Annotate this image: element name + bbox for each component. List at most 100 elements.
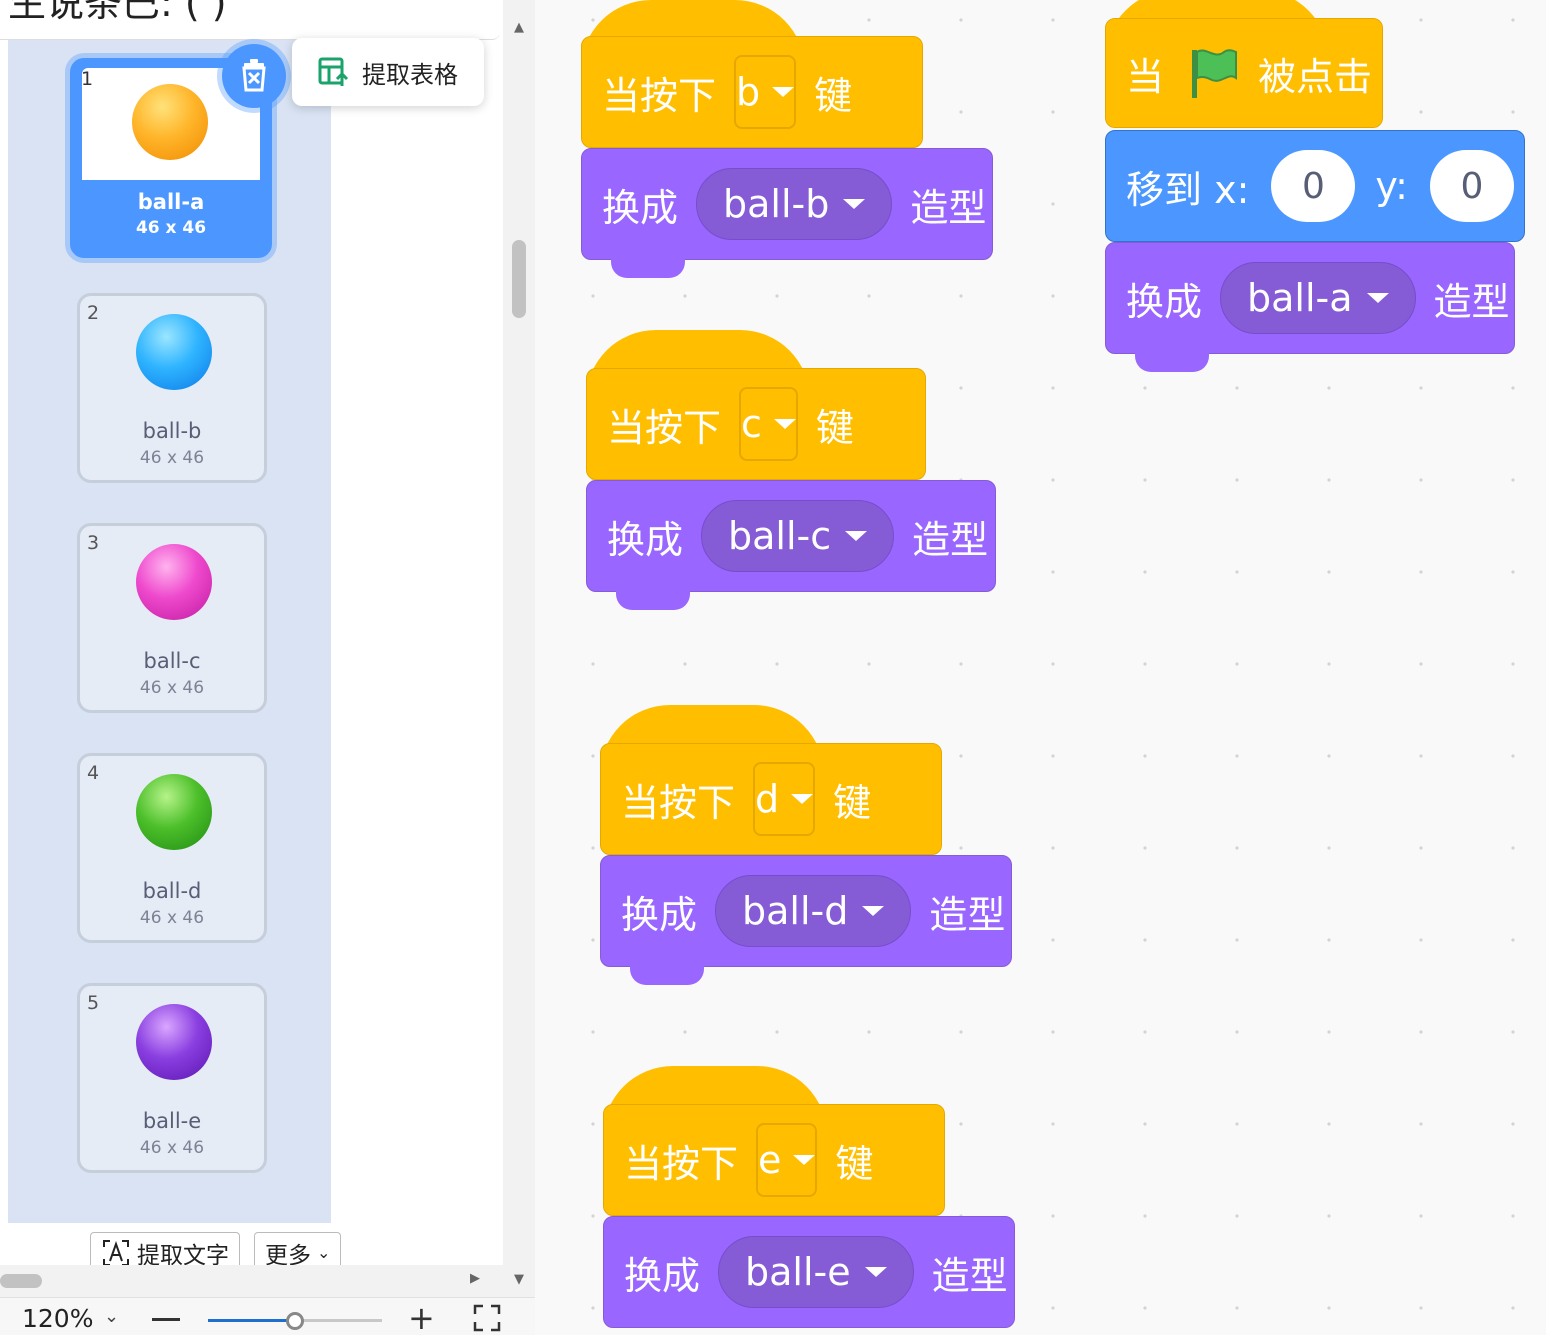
scroll-down-arrow-icon[interactable]: ▼: [503, 1272, 535, 1287]
fullscreen-icon[interactable]: [473, 1304, 501, 1332]
ball-image: [136, 1004, 212, 1080]
zoom-slider-knob[interactable]: [286, 1312, 304, 1330]
key-dropdown[interactable]: e: [756, 1123, 818, 1197]
block-text: y:: [1375, 164, 1408, 208]
block-text: 键: [835, 1141, 874, 1186]
text-extract-icon: [103, 1239, 129, 1266]
key-dropdown[interactable]: d: [753, 762, 816, 836]
viewer-top-strip: 生说条巴: ( ): [0, 0, 500, 40]
costume-dropdown[interactable]: ball-d: [715, 875, 912, 947]
when-key-pressed-block[interactable]: 当按下 d 键: [600, 743, 942, 855]
ball-image: [136, 774, 212, 850]
key-value: e: [758, 1138, 782, 1182]
costume-number: 5: [87, 992, 100, 1014]
block-bottom-notch: [1135, 352, 1209, 372]
block-text: 换成: [602, 185, 679, 230]
chevron-down-icon: ⌄: [317, 1243, 331, 1262]
costume-value: ball-a: [1247, 276, 1353, 320]
switch-costume-block[interactable]: 换成 ball-a 造型: [1105, 242, 1515, 354]
costume-name: ball-c: [143, 649, 201, 673]
costume-name: ball-d: [142, 879, 202, 903]
zoom-slider[interactable]: [208, 1312, 382, 1330]
dropdown-arrow-icon: [843, 199, 866, 209]
zoom-level[interactable]: 120%: [22, 1304, 93, 1333]
key-dropdown[interactable]: b: [734, 55, 797, 129]
costume-name: ball-a: [137, 190, 205, 214]
dropdown-arrow-icon: [864, 1267, 887, 1277]
ball-image: [136, 314, 212, 390]
delete-costume-button[interactable]: [222, 44, 286, 108]
costume-dropdown[interactable]: ball-c: [701, 500, 895, 572]
block-text: 换成: [1126, 279, 1203, 324]
block-bottom-notch: [630, 965, 704, 985]
dropdown-arrow-icon: [862, 906, 885, 916]
when-flag-clicked-block[interactable]: 当 被点击: [1105, 18, 1383, 128]
block-text: 当按下: [602, 73, 717, 118]
costume-item-3[interactable]: 3 ball-c 46 x 46: [77, 523, 267, 713]
costume-item-5[interactable]: 5 ball-e 46 x 46: [77, 983, 267, 1173]
block-text: 被点击: [1258, 54, 1373, 99]
x-input[interactable]: 0: [1271, 150, 1356, 222]
costume-size: 46 x 46: [135, 218, 207, 238]
costume-name: ball-e: [142, 1109, 202, 1133]
costume-dropdown[interactable]: ball-e: [718, 1236, 914, 1308]
scrollbar-thumb[interactable]: [512, 240, 526, 318]
ball-image: [132, 84, 208, 160]
scroll-up-arrow-icon[interactable]: ▲: [503, 20, 535, 35]
block-text: 换成: [624, 1253, 701, 1298]
key-value: b: [736, 70, 761, 114]
switch-costume-block[interactable]: 换成 ball-c 造型: [586, 480, 996, 592]
costume-item-4[interactable]: 4 ball-d 46 x 46: [77, 753, 267, 943]
block-bottom-notch: [616, 590, 690, 610]
costume-size: 46 x 46: [139, 1138, 205, 1158]
switch-costume-block[interactable]: 换成 ball-b 造型: [581, 148, 993, 260]
zoom-in-icon[interactable]: +: [408, 1302, 435, 1334]
zoom-out-icon[interactable]: [152, 1318, 180, 1321]
switch-costume-block[interactable]: 换成 ball-d 造型: [600, 855, 1012, 967]
block-text: 造型: [931, 1253, 1008, 1298]
costume-number: 1: [81, 68, 94, 90]
block-text: 换成: [607, 517, 684, 562]
key-value: d: [755, 777, 780, 821]
ball-image: [136, 544, 212, 620]
dropdown-arrow-icon: [773, 419, 796, 429]
costume-number: 4: [87, 762, 100, 784]
green-flag-icon: [1192, 49, 1238, 98]
zoom-slider-fill: [208, 1319, 295, 1322]
code-workspace[interactable]: 当按下 b 键 换成 ball-b 造型 当按下 c 键 换成 ball-c 造: [535, 0, 1546, 1335]
costume-size: 46 x 46: [139, 448, 205, 468]
question-text: 生说条巴: ( ): [8, 0, 227, 25]
trash-icon: [242, 59, 266, 92]
when-key-pressed-block[interactable]: 当按下 c 键: [586, 368, 926, 480]
dropdown-arrow-icon: [791, 794, 814, 804]
costume-size: 46 x 46: [139, 908, 205, 928]
switch-costume-block[interactable]: 换成 ball-e 造型: [603, 1216, 1015, 1328]
document-viewer: 生说条巴: ( ) 1 ball-a 46 x 46 2 ball-b 46 x…: [0, 0, 535, 1335]
table-extract-icon: [318, 57, 349, 86]
key-dropdown[interactable]: c: [739, 387, 798, 461]
costume-dropdown[interactable]: ball-a: [1220, 262, 1416, 334]
block-text: 键: [814, 73, 853, 118]
vertical-scrollbar[interactable]: ▲ ▼: [503, 0, 535, 1297]
block-text: 造型: [1433, 279, 1510, 324]
hscrollbar-thumb[interactable]: [0, 1274, 42, 1288]
costume-value: ball-e: [745, 1250, 851, 1294]
scroll-right-arrow-icon[interactable]: ▶: [470, 1271, 480, 1286]
costume-value: ball-d: [742, 889, 849, 933]
zoom-dropdown-chevron-icon[interactable]: ⌄: [104, 1306, 119, 1327]
when-key-pressed-block[interactable]: 当按下 b 键: [581, 36, 923, 148]
costume-value: ball-c: [728, 514, 832, 558]
extract-table-label: 提取表格: [362, 60, 458, 89]
dropdown-arrow-icon: [772, 87, 795, 97]
y-input[interactable]: 0: [1429, 150, 1514, 222]
horizontal-scrollbar[interactable]: ▶: [0, 1265, 503, 1297]
key-value: c: [741, 402, 762, 446]
go-to-xy-block[interactable]: 移到 x: 0 y: 0: [1105, 130, 1525, 242]
when-key-pressed-block[interactable]: 当按下 e 键: [603, 1104, 945, 1216]
costume-size: 46 x 46: [139, 678, 205, 698]
costume-dropdown[interactable]: ball-b: [696, 168, 893, 240]
block-text: 当按下: [607, 405, 722, 450]
block-text: 当按下: [621, 780, 736, 825]
costume-item-2[interactable]: 2 ball-b 46 x 46: [77, 293, 267, 483]
extract-table-button[interactable]: 提取表格: [292, 38, 484, 106]
